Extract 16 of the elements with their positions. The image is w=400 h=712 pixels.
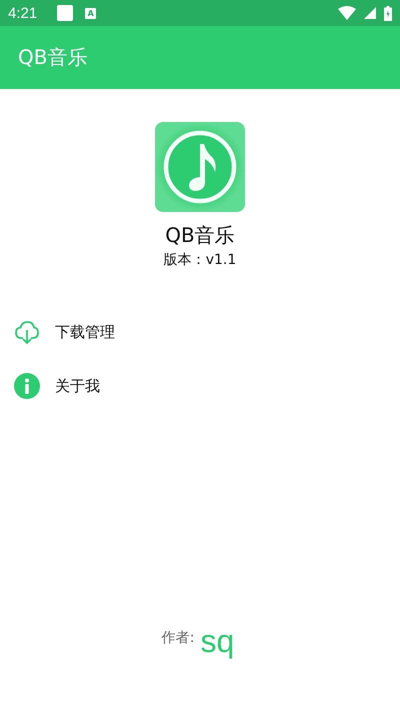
menu-item[interactable]: 关于我 xyxy=(0,359,400,413)
notification-letter-icon: A xyxy=(85,8,96,18)
menu-item[interactable]: 下载管理 xyxy=(0,305,400,359)
notification-square-icon xyxy=(57,5,74,21)
author-name: sq xyxy=(200,623,234,660)
app-name: QB音乐 xyxy=(165,222,235,249)
status-time: 4:21 xyxy=(8,4,38,22)
author-label: 作者: xyxy=(162,628,194,646)
info-icon xyxy=(14,373,40,399)
battery-icon xyxy=(384,6,392,20)
signal-icon xyxy=(364,7,376,19)
wifi-icon xyxy=(338,6,356,20)
app-bar-title: QB音乐 xyxy=(18,44,88,71)
music-note-app-icon xyxy=(155,122,245,212)
cloud-download-icon xyxy=(14,319,40,345)
app-version: 版本：v1.1 xyxy=(164,251,236,269)
